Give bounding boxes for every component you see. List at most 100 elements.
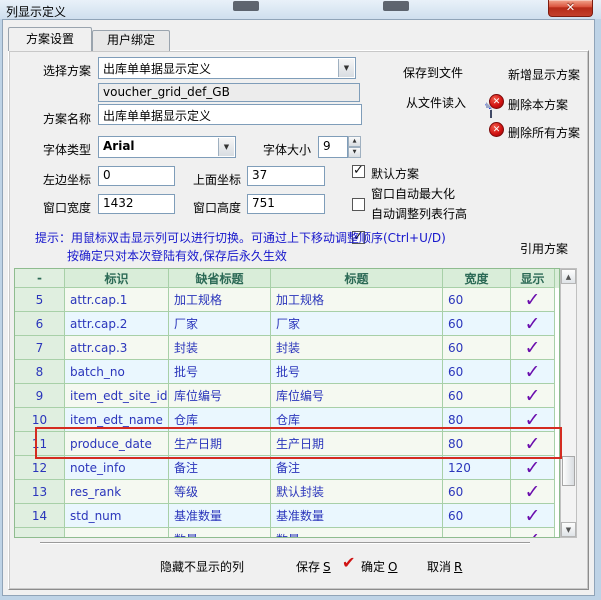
table-scrollbar[interactable]: ▲ ▼ [560, 268, 577, 538]
table-row[interactable]: 7 attr.cap.3 封装 封装 60 ✓ [15, 336, 559, 360]
delete-plan-button[interactable]: 删除本方案 [508, 96, 568, 113]
default-plan-label: 默认方案 [371, 165, 419, 182]
font-type-combobox[interactable]: Arial ▼ [98, 136, 236, 158]
tab-user-binding[interactable]: 用户绑定 [92, 30, 170, 51]
ok-check-icon: ✔ [342, 556, 355, 570]
table-row[interactable]: 13 res_rank 等级 默认封装 60 ✓ [15, 480, 559, 504]
cell-index: 8 [15, 360, 65, 384]
plan-code-field: voucher_grid_def_GB [98, 83, 360, 102]
cell-default-title: 基准数量 [169, 504, 271, 528]
cell-display: ✓ [511, 408, 555, 432]
window-width-input[interactable]: 1432 [98, 194, 175, 214]
add-plan-button[interactable]: 新增显示方案 [508, 66, 580, 83]
table-row[interactable]: 14 std_num 基准数量 基准数量 60 ✓ [15, 504, 559, 528]
table-row[interactable]: 12 note_info 备注 备注 120 ✓ [15, 456, 559, 480]
table-row[interactable]: 9 item_edt_site_id 库位编号 库位编号 60 ✓ [15, 384, 559, 408]
hint-line-2: 按确定只对本次登陆有效,保存后永久生效 [67, 247, 287, 264]
auto-maximize-checkbox[interactable] [352, 198, 365, 211]
window-width-label: 窗口宽度 [43, 199, 91, 216]
table-row[interactable]: 10 item_edt_name 仓库 仓库 80 ✓ [15, 408, 559, 432]
top-coord-label: 上面坐标 [193, 171, 241, 188]
cell-default-title: 加工规格 [169, 288, 271, 312]
check-icon: ✓ [525, 343, 541, 353]
delete-x-icon: ✕ [489, 122, 504, 137]
column-display-definition-dialog: 列显示定义 ✕ 方案设置 用户绑定 选择方案 出库单单据显示定义 ▼ vouch… [0, 0, 601, 600]
save-to-file-button[interactable]: 保存到文件 [403, 64, 463, 81]
cell-display: ✓ [511, 432, 555, 456]
header-width: 宽度 [443, 269, 511, 288]
check-icon: ✓ [525, 295, 541, 305]
cell-display: ✓ [511, 336, 555, 360]
cell-width: 80 [443, 432, 511, 456]
cell-identifier: res_rank [65, 480, 169, 504]
cell-width: 60 [443, 312, 511, 336]
cell-default-title: 仓库 [169, 408, 271, 432]
plan-name-input[interactable]: 出库单单据显示定义 [98, 104, 362, 125]
plan-name-label: 方案名称 [43, 110, 91, 127]
cell-display: ✓ [511, 504, 555, 528]
font-type-label: 字体类型 [43, 141, 91, 158]
font-type-value: Arial [103, 139, 135, 153]
check-icon: ✓ [525, 439, 541, 449]
save-button[interactable]: 保存S [296, 558, 331, 575]
spin-down-icon[interactable]: ▼ [348, 147, 361, 158]
select-plan-combobox[interactable]: 出库单单据显示定义 ▼ [98, 57, 356, 79]
cell-index: 10 [15, 408, 65, 432]
columns-table: - 标识 缺省标题 标题 宽度 显示 5 attr.cap.1 加工规格 加工规… [14, 268, 560, 538]
scroll-down-icon[interactable]: ▼ [561, 522, 576, 537]
cell-width: 60 [443, 504, 511, 528]
cell-default-title: 厂家 [169, 312, 271, 336]
cell-width: 60 [443, 480, 511, 504]
title-bar: 列显示定义 ✕ [0, 0, 601, 19]
chevron-down-icon[interactable]: ▼ [338, 59, 354, 77]
left-coord-input[interactable]: 0 [98, 166, 175, 186]
cell-display: ✓ [511, 288, 555, 312]
delete-all-plans-button[interactable]: 删除所有方案 [508, 124, 580, 141]
cell-default-title: 封装 [169, 336, 271, 360]
cell-identifier: batch_no [65, 360, 169, 384]
cell-index: 12 [15, 456, 65, 480]
cell-default-title: 备注 [169, 456, 271, 480]
cell-index: 14 [15, 504, 65, 528]
hint-line-1: 提示：用鼠标双击显示列可以进行切换。可通过上下移动调整顺序(Ctrl+U/D) [35, 229, 446, 246]
cell-title: 基准数量 [271, 504, 443, 528]
cell-display: ✓ [511, 312, 555, 336]
chevron-down-icon[interactable]: ▼ [218, 138, 234, 156]
cell-display: ✓ [511, 360, 555, 384]
table-row[interactable]: 11 produce_date 生产日期 生产日期 80 ✓ [15, 432, 559, 456]
check-icon: ✓ [525, 391, 541, 401]
cell-identifier: attr.cap.3 [65, 336, 169, 360]
window-height-label: 窗口高度 [193, 199, 241, 216]
table-row[interactable]: 6 attr.cap.2 厂家 厂家 60 ✓ [15, 312, 559, 336]
cell-default-title: 批号 [169, 360, 271, 384]
spin-up-icon[interactable]: ▲ [348, 136, 361, 147]
scrollbar-thumb[interactable] [562, 456, 575, 486]
background-window-fragment [383, 1, 409, 11]
window-height-input[interactable]: 751 [247, 194, 325, 214]
header-index: - [15, 269, 65, 288]
table-row[interactable]: 8 batch_no 批号 批号 60 ✓ [15, 360, 559, 384]
table-header-row: - 标识 缺省标题 标题 宽度 显示 [15, 269, 559, 288]
footer-divider [40, 542, 530, 544]
cell-identifier: item_edt_site_id [65, 384, 169, 408]
table-row[interactable]: 5 attr.cap.1 加工规格 加工规格 60 ✓ [15, 288, 559, 312]
ok-button[interactable]: 确定O [361, 558, 397, 575]
cell-title: 批号 [271, 360, 443, 384]
background-window-fragment [233, 1, 259, 11]
default-plan-checkbox[interactable] [352, 165, 365, 178]
cell-width: 60 [443, 360, 511, 384]
read-from-file-button[interactable]: 从文件读入 [406, 94, 466, 111]
cell-default-title: 等级 [169, 480, 271, 504]
cell-index: 5 [15, 288, 65, 312]
top-coord-input[interactable]: 37 [247, 166, 325, 186]
font-size-input[interactable]: 9 [318, 136, 348, 158]
cancel-button[interactable]: 取消R [427, 558, 462, 575]
header-identifier: 标识 [65, 269, 169, 288]
reference-plan-button[interactable]: 引用方案 [520, 240, 568, 257]
tab-plan-settings[interactable]: 方案设置 [8, 27, 92, 51]
cell-identifier: attr.cap.2 [65, 312, 169, 336]
scroll-up-icon[interactable]: ▲ [561, 269, 576, 284]
close-button[interactable]: ✕ [548, 0, 593, 17]
cell-identifier: attr.cap.1 [65, 288, 169, 312]
select-plan-value: 出库单单据显示定义 [103, 62, 211, 76]
